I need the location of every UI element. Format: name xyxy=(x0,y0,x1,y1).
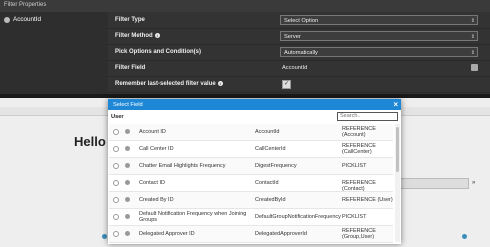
field-type: REFERENCE (Account) xyxy=(342,126,376,138)
modal-header: Select Field × xyxy=(108,99,401,110)
object-label: User xyxy=(111,114,124,120)
prop-label: Filter Method i xyxy=(115,33,160,39)
field-api-name: CallCenterId xyxy=(255,146,286,152)
field-api-name: CreatedById xyxy=(255,197,286,203)
radio-button[interactable] xyxy=(113,146,119,152)
field-label: Delegated Approver ID xyxy=(139,231,195,237)
field-type: REFERENCE (User) xyxy=(342,197,393,203)
field-dot-icon xyxy=(125,197,130,202)
field-label: Created By ID xyxy=(139,197,174,203)
close-icon[interactable]: × xyxy=(393,100,398,109)
select-value: Select Option xyxy=(284,18,319,24)
background-input xyxy=(400,178,469,189)
scrollbar-thumb[interactable] xyxy=(396,127,399,172)
background-dot-icon xyxy=(462,234,467,239)
chevron-updown-icon: ⇕ xyxy=(470,50,475,56)
properties-panel: Filter Type Select Option ⇕ Filter Metho… xyxy=(108,12,490,94)
list-item[interactable]: Chatter Email Highlights Frequency Diges… xyxy=(109,158,393,175)
radio-button[interactable] xyxy=(113,129,119,135)
field-type: PICKLIST xyxy=(342,214,367,220)
radio-button[interactable] xyxy=(113,231,119,237)
prop-label: Pick Options and Condition(s) xyxy=(115,49,201,55)
prop-row-pick-options: Pick Options and Condition(s) Automatica… xyxy=(108,44,490,61)
prop-row-remember: Remember last-selected filter value i ✓ xyxy=(108,76,490,93)
list-item[interactable]: Delegated Approver ID DelegatedApproverI… xyxy=(109,226,393,243)
list-item[interactable]: Default Notification Frequency when Join… xyxy=(109,209,393,226)
radio-button[interactable] xyxy=(113,197,119,203)
prop-label-text: Filter Method xyxy=(115,33,153,39)
field-label: Call Center ID xyxy=(139,146,174,152)
field-dot-icon xyxy=(125,214,130,219)
prop-label: Filter Field xyxy=(115,65,146,71)
left-item-accountid[interactable]: AccountId xyxy=(4,16,41,23)
list-item[interactable]: Call Center ID CallCenterId REFERENCE (C… xyxy=(109,141,393,158)
left-panel: AccountId xyxy=(0,12,108,94)
radio-button[interactable] xyxy=(113,180,119,186)
field-type: PICKLIST xyxy=(342,163,367,169)
gear-icon xyxy=(4,16,10,23)
background-dot-icon xyxy=(102,234,107,239)
field-api-name: DelegatedApproverId xyxy=(255,231,307,237)
window-title: Filter Properties xyxy=(4,2,47,8)
prop-label-text: Remember last-selected filter value xyxy=(115,81,216,87)
prop-row-filter-method: Filter Method i Server ⇕ xyxy=(108,28,490,45)
radio-button[interactable] xyxy=(113,214,119,220)
arrow-right-icon: » xyxy=(472,180,476,186)
field-label: Chatter Email Highlights Frequency xyxy=(139,163,226,169)
chevron-updown-icon: ⇕ xyxy=(470,34,475,40)
prop-label: Remember last-selected filter value i xyxy=(115,81,223,87)
list-item[interactable]: Created By ID CreatedById REFERENCE (Use… xyxy=(109,192,393,209)
prop-label: Filter Type xyxy=(115,17,145,23)
field-dot-icon xyxy=(125,180,130,185)
prop-row-filter-field: Filter Field AccountId xyxy=(108,60,490,77)
field-dot-icon xyxy=(125,146,130,151)
divider xyxy=(0,94,490,98)
filter-field-value: AccountId xyxy=(282,65,308,71)
pick-options-select[interactable]: Automatically ⇕ xyxy=(280,47,478,57)
field-api-name: DigestFrequency xyxy=(255,163,297,169)
field-type: REFERENCE (Group,User) xyxy=(342,228,376,240)
radio-button[interactable] xyxy=(113,163,119,169)
info-icon[interactable]: i xyxy=(217,81,223,86)
select-value: Automatically xyxy=(284,50,318,56)
left-item-label: AccountId xyxy=(13,16,42,23)
chevron-updown-icon: ⇕ xyxy=(470,18,475,24)
field-api-name: AccountId xyxy=(255,129,280,135)
field-type: REFERENCE (Contact) xyxy=(342,180,376,192)
field-dot-icon xyxy=(125,163,130,168)
remember-checkbox[interactable]: ✓ xyxy=(282,80,291,89)
list-item[interactable]: Contact ID ContactId REFERENCE (Contact) xyxy=(109,175,393,192)
filter-type-select[interactable]: Select Option ⇕ xyxy=(280,15,478,25)
field-api-name: DefaultGroupNotificationFrequency xyxy=(255,214,341,220)
info-icon[interactable]: i xyxy=(154,33,160,38)
field-list: Account ID AccountId REFERENCE (Account)… xyxy=(109,124,393,244)
select-field-modal: Select Field × User Account ID AccountId… xyxy=(108,99,401,244)
filter-method-select[interactable]: Server ⇕ xyxy=(280,31,478,41)
select-value: Server xyxy=(284,34,301,40)
search-input[interactable] xyxy=(337,112,398,121)
prop-row-filter-type: Filter Type Select Option ⇕ xyxy=(108,12,490,29)
database-icon[interactable] xyxy=(471,64,478,71)
list-item[interactable]: Account ID AccountId REFERENCE (Account) xyxy=(109,124,393,141)
field-label: Contact ID xyxy=(139,180,165,186)
field-api-name: ContactId xyxy=(255,180,279,186)
field-type: REFERENCE (CallCenter) xyxy=(342,143,376,155)
field-label: Account ID xyxy=(139,129,166,135)
field-dot-icon xyxy=(125,129,130,134)
field-label: Default Notification Frequency when Join… xyxy=(139,211,247,223)
field-dot-icon xyxy=(125,231,130,236)
modal-title: Select Field xyxy=(113,102,143,108)
